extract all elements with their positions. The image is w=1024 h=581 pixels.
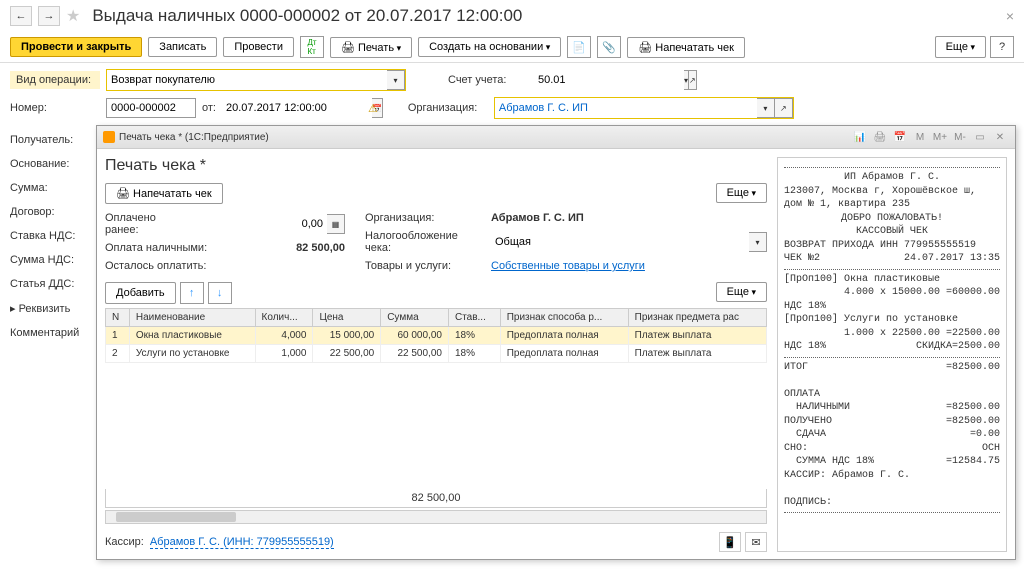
org-input[interactable] (495, 98, 757, 118)
col-vat[interactable]: Став... (448, 309, 500, 327)
basis-label: Основание: (10, 152, 100, 176)
col-price[interactable]: Цена (313, 309, 381, 327)
tax-drop[interactable]: ▾ (749, 232, 767, 252)
warning-icon[interactable]: ⚠ (368, 102, 378, 115)
move-down-icon[interactable]: ↓ (208, 282, 232, 304)
favorite-star-icon[interactable]: ★ (66, 6, 80, 26)
dialog-close-icon[interactable]: ✕ (991, 129, 1009, 145)
conduct-close-button[interactable]: Провести и закрыть (10, 37, 142, 57)
print-button[interactable]: 🖨 Печать (330, 37, 412, 58)
dialog-header: Печать чека * (105, 157, 767, 175)
cash-pay-label: Оплата наличными: (105, 242, 215, 254)
dlg-org-value: Абрамов Г. С. ИП (491, 212, 584, 224)
org-open[interactable]: ↗ (775, 98, 793, 118)
tax-input[interactable] (491, 232, 749, 252)
goods-link[interactable]: Собственные товары и услуги (491, 260, 645, 272)
col-qty[interactable]: Колич... (255, 309, 313, 327)
forward-button[interactable]: → (38, 6, 60, 26)
account-input[interactable] (534, 70, 684, 90)
number-input[interactable] (106, 98, 196, 118)
back-button[interactable]: ← (10, 6, 32, 26)
tool-calc-icon[interactable]: 📊 (851, 129, 869, 145)
clip-icon[interactable]: 📎 (597, 36, 621, 58)
contract-label: Договор: (10, 200, 100, 224)
tool-mminus[interactable]: M- (951, 129, 969, 145)
col-sum[interactable]: Сумма (381, 309, 449, 327)
dt-kt-icon[interactable]: ДтКт (300, 36, 324, 58)
op-type-label: Вид операции: (10, 71, 100, 89)
dlg-more-button[interactable]: Еще (716, 183, 767, 203)
vat-sum-label: Сумма НДС: (10, 248, 100, 272)
table-row[interactable]: 1 Окна пластиковые 4,000 15 000,00 60 00… (106, 327, 767, 345)
tool-mplus[interactable]: M+ (931, 129, 949, 145)
receipt-preview: ИП Абрамов Г. С. 123007, Москва г, Хорош… (777, 157, 1007, 552)
create-based-button[interactable]: Создать на основании (418, 37, 561, 57)
print-check-button[interactable]: 🖨 Напечатать чек (627, 37, 745, 58)
requisites-link[interactable]: Реквизить (10, 296, 100, 321)
conduct-button[interactable]: Провести (223, 37, 294, 57)
tool-cal-icon[interactable]: 📅 (891, 129, 909, 145)
paid-before-calc-icon[interactable]: ▦ (327, 214, 345, 234)
tax-label: Налогообложение чека: (365, 230, 485, 254)
print-check-dialog: Печать чека * (1С:Предприятие) 📊 🖨 📅 M M… (96, 125, 1016, 560)
app-icon (103, 131, 115, 143)
device-icon[interactable]: 📱 (719, 532, 741, 552)
account-open[interactable]: ↗ (689, 70, 697, 90)
sum-label: Сумма: (10, 176, 100, 200)
items-table[interactable]: N Наименование Колич... Цена Сумма Став.… (105, 308, 767, 363)
paid-before-label: Оплачено ранее: (105, 212, 171, 236)
more-button[interactable]: Еще (935, 36, 986, 58)
op-type-drop[interactable]: ▾ (387, 70, 405, 90)
save-button[interactable]: Записать (148, 37, 217, 57)
paid-before-input[interactable] (177, 214, 327, 234)
add-button[interactable]: Добавить (105, 282, 176, 304)
org-label: Организация: (408, 102, 488, 114)
table-total: 82 500,00 (105, 489, 767, 508)
number-label: Номер: (10, 102, 100, 114)
remaining-label: Осталось оплатить: (105, 260, 215, 272)
email-icon[interactable]: ✉ (745, 532, 767, 552)
tool-m[interactable]: M (911, 129, 929, 145)
col-n[interactable]: N (106, 309, 130, 327)
vat-rate-label: Ставка НДС: (10, 224, 100, 248)
account-label: Счет учета: (448, 74, 528, 86)
col-name[interactable]: Наименование (129, 309, 255, 327)
cash-pay-value: 82 500,00 (221, 242, 345, 254)
help-icon[interactable]: ? (990, 36, 1014, 58)
page-title: Выдача наличных 0000-000002 от 20.07.201… (92, 6, 522, 26)
from-label: от: (202, 102, 216, 114)
op-type-input[interactable] (107, 70, 387, 90)
date-input[interactable] (222, 98, 372, 118)
col-sign2[interactable]: Признак предмета рас (628, 309, 766, 327)
dialog-window-title: Печать чека * (1С:Предприятие) (119, 132, 269, 143)
horizontal-scrollbar[interactable] (105, 510, 767, 524)
table-more-button[interactable]: Еще (716, 282, 767, 302)
comment-label: Комментарий (10, 321, 100, 345)
recipient-label: Получатель: (10, 128, 100, 152)
dialog-minimize-icon[interactable]: ▭ (971, 129, 989, 145)
close-icon[interactable]: × (1006, 8, 1014, 24)
dds-label: Статья ДДС: (10, 272, 100, 296)
table-row[interactable]: 2 Услуги по установке 1,000 22 500,00 22… (106, 345, 767, 363)
org-drop[interactable]: ▾ (757, 98, 775, 118)
col-sign1[interactable]: Признак способа р... (500, 309, 628, 327)
dlg-org-label: Организация: (365, 212, 485, 224)
cashier-label: Кассир: (105, 536, 144, 548)
cashier-link[interactable]: Абрамов Г. С. (ИНН: 779955555519) (150, 536, 334, 549)
move-up-icon[interactable]: ↑ (180, 282, 204, 304)
doc-icon[interactable]: 📄 (567, 36, 591, 58)
tool-print-icon[interactable]: 🖨 (871, 129, 889, 145)
goods-label: Товары и услуги: (365, 260, 485, 272)
dlg-print-check-button[interactable]: 🖨 Напечатать чек (105, 183, 223, 204)
